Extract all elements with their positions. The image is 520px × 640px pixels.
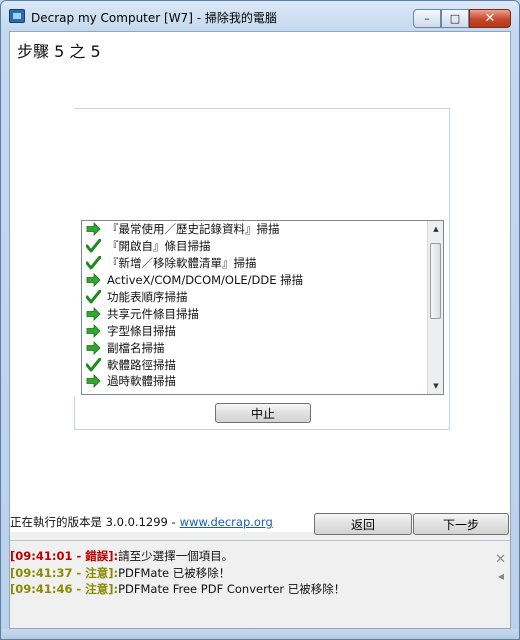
collapse-arrow-icon[interactable]: ◀	[498, 572, 504, 581]
green-checkmark-icon	[85, 289, 102, 304]
task-label: 副檔名掃描	[107, 340, 165, 355]
task-label: 功能表順序掃描	[107, 290, 188, 304]
log-timestamp: [09:41:01 - 錯誤]:	[10, 549, 119, 563]
maximize-button[interactable]: □	[441, 9, 469, 28]
log-timestamp: [09:41:37 - 注意]:	[10, 565, 119, 580]
window-bottom-border	[1, 629, 519, 639]
scroll-down-icon[interactable]: ▼	[428, 378, 444, 394]
close-button[interactable]: ✕	[469, 9, 511, 28]
log-entry: [09:41:37 - 注意]:PDFMate 已被移除！	[10, 565, 510, 582]
log-message: 請至少選擇一個項目。	[118, 549, 234, 563]
log-entry: [09:41:46 - 注意]:PDFMate Free PDF Convert…	[10, 581, 510, 598]
green-right-arrow-icon	[86, 273, 101, 288]
title-bar[interactable]: Decrap my Computer [W7] - 掃除我的電腦 – □ ✕	[1, 1, 519, 31]
green-checkmark-icon	[85, 357, 102, 372]
task-label: 『最常使用／歷史記錄資料』掃描	[107, 222, 280, 237]
website-link[interactable]: www.decrap.org	[180, 515, 273, 529]
app-window: Decrap my Computer [W7] - 掃除我的電腦 – □ ✕ 步…	[0, 0, 520, 640]
log-message: PDFMate 已被移除！	[118, 565, 231, 580]
panel-frame-bottom	[74, 429, 450, 430]
panel-frame-left	[74, 396, 75, 430]
scroll-up-icon[interactable]: ▲	[428, 221, 444, 237]
minimize-button[interactable]: –	[413, 9, 441, 28]
next-button[interactable]: 下一步	[413, 513, 509, 535]
wizard-content: 步驟 5 之 5 『最常使用／歷史記錄資料』掃描 『開啟自』條目掃描『新增／移除軟…	[10, 32, 510, 532]
task-label: 『開啟自』條目掃描	[107, 239, 211, 254]
task-label: ActiveX/COM/DCOM/OLE/DDE 掃描	[107, 273, 304, 288]
green-right-arrow-icon	[86, 374, 101, 389]
green-right-arrow-icon	[86, 306, 101, 321]
list-item: 『新增／移除軟體清單』掃描	[82, 255, 427, 272]
footer-separator	[10, 540, 510, 541]
list-item: 功能表順序掃描	[82, 289, 427, 306]
step-indicator: 步驟 5 之 5	[17, 42, 101, 61]
panel-frame-top	[74, 108, 450, 109]
version-info: 正在執行的版本是 3.0.0.1299 - www.decrap.org	[10, 514, 273, 530]
vertical-scrollbar[interactable]: ▲ ▼	[427, 221, 443, 394]
log-message: PDFMate Free PDF Converter 已被移除！	[118, 582, 346, 596]
caption-buttons: – □ ✕	[413, 9, 511, 28]
back-button[interactable]: 返回	[314, 513, 412, 535]
green-right-arrow-icon	[86, 222, 101, 237]
list-item: 副檔名掃描	[82, 339, 427, 356]
list-item: ActiveX/COM/DCOM/OLE/DDE 掃描	[82, 272, 427, 289]
client-area: 步驟 5 之 5 『最常使用／歷史記錄資料』掃描 『開啟自』條目掃描『新增／移除軟…	[9, 31, 511, 629]
list-item: 字型條目掃描	[82, 322, 427, 339]
close-log-icon[interactable]: ✕	[495, 552, 506, 567]
stop-button[interactable]: 中止	[215, 403, 311, 423]
list-item: 『開啟自』條目掃描	[82, 238, 427, 255]
task-label: 『新增／移除軟體清單』掃描	[107, 256, 257, 271]
task-list-items: 『最常使用／歷史記錄資料』掃描 『開啟自』條目掃描『新增／移除軟體清單』掃描 Act…	[82, 221, 427, 394]
list-item: 軟體路徑掃描	[82, 356, 427, 373]
scan-task-list[interactable]: 『最常使用／歷史記錄資料』掃描 『開啟自』條目掃描『新增／移除軟體清單』掃描 Act…	[81, 220, 444, 395]
task-label: 軟體路徑掃描	[107, 357, 176, 372]
panel-frame-right	[449, 108, 450, 430]
version-text: 正在執行的版本是 3.0.0.1299 -	[10, 515, 176, 529]
green-right-arrow-icon	[86, 323, 101, 338]
list-item: 共享元件條目掃描	[82, 305, 427, 322]
task-label: 字型條目掃描	[107, 323, 176, 338]
task-label: 過時軟體掃描	[107, 374, 176, 389]
scroll-thumb[interactable]	[430, 243, 441, 319]
task-label: 共享元件條目掃描	[107, 306, 199, 321]
list-item: 過時軟體掃描	[82, 373, 427, 390]
log-timestamp: [09:41:46 - 注意]:	[10, 582, 119, 596]
log-panel: [09:41:01 - 錯誤]:請至少選擇一個項目。 [09:41:37 - 注意…	[10, 548, 510, 598]
log-lines: [09:41:01 - 錯誤]:請至少選擇一個項目。 [09:41:37 - 注意…	[10, 548, 510, 598]
green-right-arrow-icon	[86, 340, 101, 355]
green-checkmark-icon	[85, 238, 102, 253]
list-item: 『最常使用／歷史記錄資料』掃描	[82, 221, 427, 238]
window-title: Decrap my Computer [W7] - 掃除我的電腦	[31, 11, 277, 25]
app-icon	[9, 9, 25, 23]
log-entry: [09:41:01 - 錯誤]:請至少選擇一個項目。	[10, 548, 510, 565]
green-checkmark-icon	[85, 255, 102, 270]
